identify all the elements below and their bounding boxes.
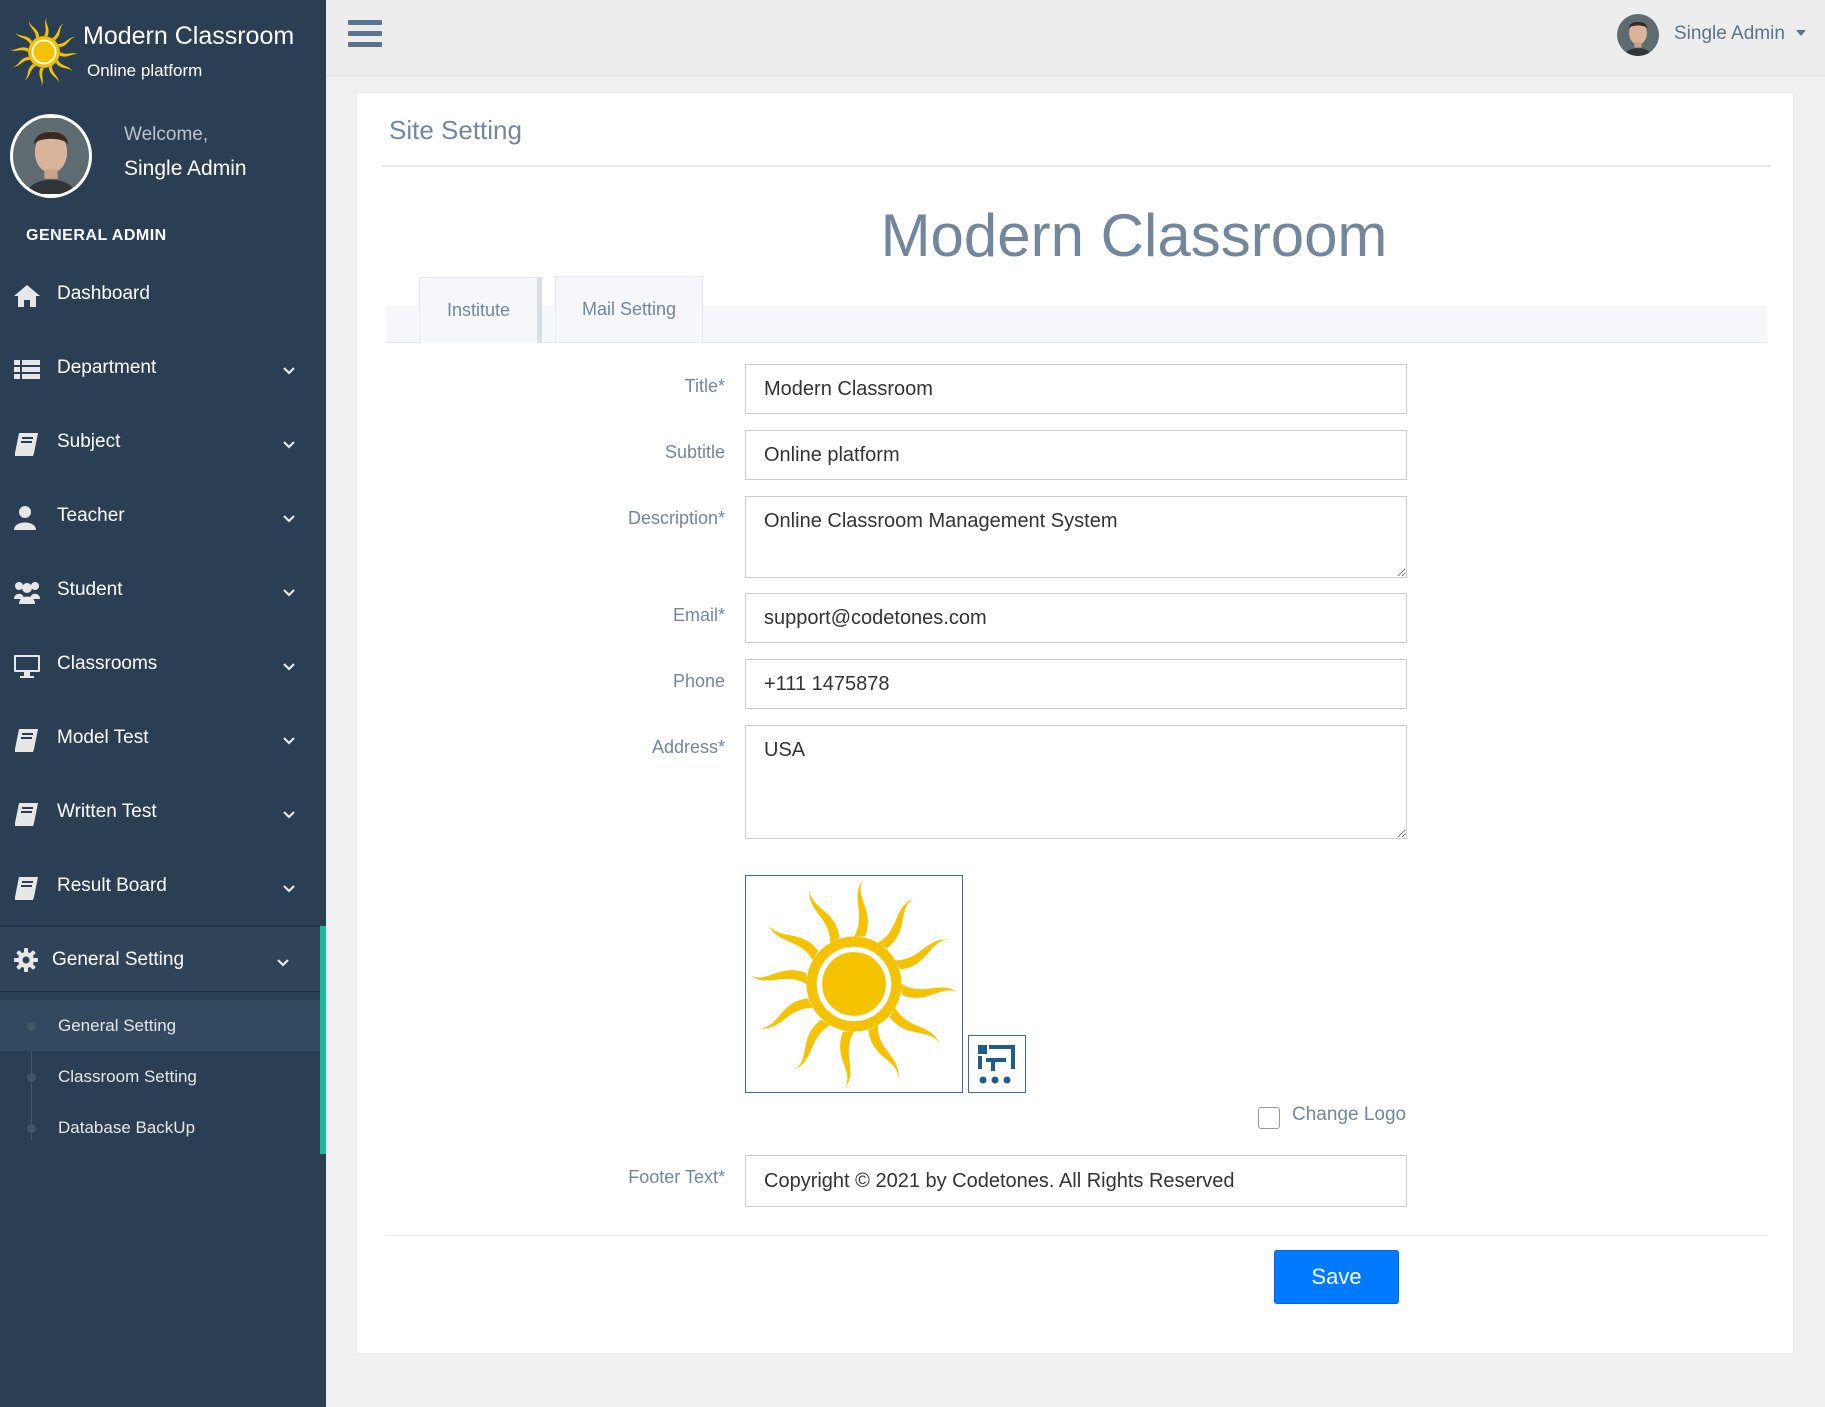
- sidebar-item-label: Result Board: [57, 875, 167, 896]
- chevron-down-icon: [283, 809, 295, 821]
- brand-subtitle: Online platform: [87, 61, 203, 80]
- caret-down-icon[interactable]: [1796, 30, 1806, 36]
- footer-text-label: Footer Text*: [628, 1167, 725, 1187]
- phone-field[interactable]: [745, 659, 1407, 709]
- book-icon: [13, 431, 41, 457]
- submenu-item-label: General Setting: [58, 1016, 177, 1035]
- title-label: Title*: [684, 376, 725, 396]
- sidebar-item-result-board[interactable]: Result Board: [0, 851, 326, 925]
- sidebar-item-label: Subject: [57, 431, 121, 452]
- chevron-down-icon: [283, 587, 295, 599]
- submenu-item-label: Database BackUp: [58, 1118, 196, 1137]
- subtitle-label: Subtitle: [664, 442, 725, 462]
- chevron-down-icon: [283, 883, 295, 895]
- email-field[interactable]: [745, 593, 1407, 643]
- sidebar-item-label: Classrooms: [57, 653, 158, 674]
- sidebar-item-dashboard[interactable]: Dashboard: [0, 259, 326, 333]
- brand-title: Modern Classroom: [83, 22, 295, 50]
- bullet-dot-icon: [27, 1073, 36, 1082]
- chevron-down-icon: [283, 661, 295, 673]
- sun-logo-icon: [746, 876, 962, 1092]
- site-setting-panel: Site Setting Modern Classroom Institute …: [356, 92, 1794, 1354]
- submenu-item-database-backup[interactable]: Database BackUp: [0, 1102, 320, 1153]
- bullet-dot-icon: [27, 1022, 36, 1031]
- sidebar-item-label: Student: [57, 579, 123, 600]
- description-label: Description*: [627, 508, 725, 528]
- list-icon: [14, 360, 40, 379]
- address-label: Address*: [651, 737, 725, 757]
- image-picker-icon[interactable]: [968, 1035, 1026, 1093]
- book-icon: [13, 727, 41, 753]
- tab-label: Mail Setting: [581, 299, 677, 319]
- users-icon: [14, 582, 40, 604]
- divider: [386, 1235, 1767, 1236]
- tabs-bar: Institute Mail Setting: [386, 276, 1767, 343]
- user-photo-icon: [13, 117, 89, 195]
- top-bar: Single Admin: [326, 0, 1825, 76]
- home-icon: [14, 285, 40, 307]
- section-label: GENERAL ADMIN: [26, 227, 167, 244]
- sidebar-item-teacher[interactable]: Teacher: [0, 481, 326, 555]
- save-button[interactable]: Save: [1274, 1250, 1399, 1304]
- description-textarea[interactable]: Online Classroom Management System: [745, 496, 1407, 578]
- book-icon: [13, 801, 41, 827]
- tab-mail-setting[interactable]: Mail Setting: [555, 276, 703, 342]
- change-logo-toggle[interactable]: Change Logo: [1258, 1103, 1408, 1133]
- menu-toggle-icon[interactable]: [348, 20, 382, 48]
- sidebar-item-label: Model Test: [57, 727, 149, 748]
- title-input[interactable]: [745, 364, 1407, 414]
- bullet-dot-icon: [27, 1124, 36, 1133]
- chevron-down-icon: [283, 365, 295, 377]
- page-title: Site Setting: [389, 115, 522, 145]
- footer-text-input[interactable]: [745, 1155, 1407, 1207]
- phone-label: Phone: [672, 671, 725, 691]
- user-icon: [14, 506, 36, 530]
- email-label: Email*: [672, 605, 725, 625]
- sidebar-item-student[interactable]: Student: [0, 555, 326, 629]
- sidebar: Modern Classroom Online platform Welcome…: [0, 0, 326, 1407]
- profile-name: Single Admin: [124, 157, 247, 180]
- sidebar-item-label: Written Test: [57, 801, 157, 822]
- profile: Welcome, Single Admin: [0, 112, 326, 202]
- sidebar-item-label: Department: [57, 357, 157, 378]
- avatar: [10, 114, 92, 198]
- active-accent-bar: [320, 926, 326, 1154]
- sidebar-item-label: Dashboard: [57, 283, 150, 304]
- general-setting-group: General Setting General Setting Classroo…: [0, 926, 326, 1154]
- sidebar-item-general-setting[interactable]: General Setting: [0, 926, 320, 992]
- welcome-text: Welcome,: [124, 124, 209, 145]
- user-menu-name[interactable]: Single Admin: [1674, 23, 1785, 45]
- sidebar-item-classrooms[interactable]: Classrooms: [0, 629, 326, 703]
- book-icon: [13, 875, 41, 901]
- chevron-down-icon: [283, 513, 295, 525]
- submenu-item-label: Classroom Setting: [58, 1067, 197, 1086]
- sidebar-item-written-test[interactable]: Written Test: [0, 777, 326, 851]
- top-avatar[interactable]: [1617, 14, 1659, 56]
- sidebar-item-label: General Setting: [52, 949, 185, 970]
- sidebar-item-label: Teacher: [57, 505, 125, 526]
- chevron-down-icon: [283, 439, 295, 451]
- user-photo-icon: [1617, 14, 1659, 56]
- submenu-item-classroom-setting[interactable]: Classroom Setting: [0, 1051, 320, 1102]
- chevron-down-icon: [277, 957, 289, 969]
- sun-logo-icon: [8, 16, 80, 88]
- logo-preview: [745, 875, 963, 1093]
- address-textarea[interactable]: USA: [745, 725, 1407, 839]
- site-heading: Modern Classroom: [880, 202, 1388, 269]
- change-logo-checkbox[interactable]: [1258, 1107, 1280, 1129]
- desktop-icon: [14, 655, 40, 678]
- chevron-down-icon: [283, 735, 295, 747]
- gear-icon: [14, 948, 38, 972]
- sidebar-item-subject[interactable]: Subject: [0, 407, 326, 481]
- change-logo-label: Change Logo: [1292, 1104, 1407, 1125]
- tab-institute[interactable]: Institute: [419, 277, 542, 343]
- divider: [382, 165, 1771, 167]
- brand[interactable]: Modern Classroom Online platform: [0, 0, 326, 100]
- subtitle-input[interactable]: [745, 430, 1407, 480]
- sidebar-item-model-test[interactable]: Model Test: [0, 703, 326, 777]
- sidebar-item-department[interactable]: Department: [0, 333, 326, 407]
- tab-label: Institute: [446, 300, 511, 320]
- submenu-item-general-setting[interactable]: General Setting: [0, 1000, 320, 1051]
